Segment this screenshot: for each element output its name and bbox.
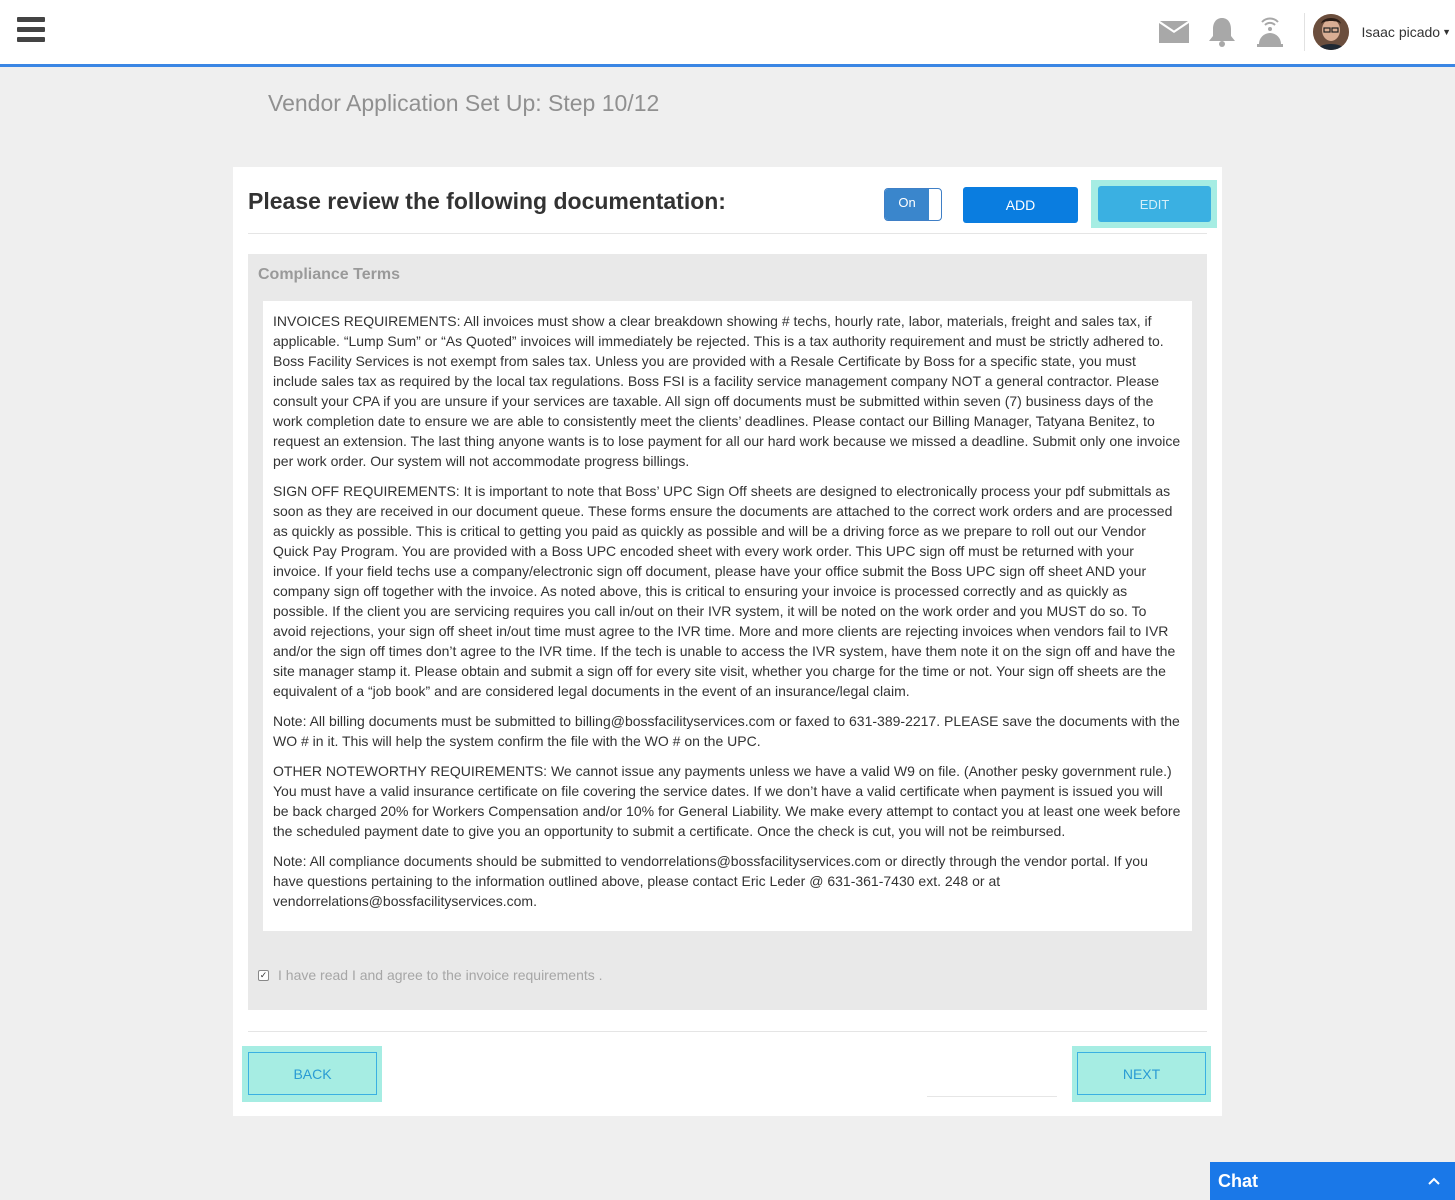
divider — [927, 1096, 1057, 1097]
terms-text-box[interactable]: INVOICES REQUIREMENTS: All invoices must… — [263, 301, 1192, 931]
card-header: Please review the following documentatio… — [248, 180, 1217, 234]
agree-row: ✓ I have read I and agree to the invoice… — [258, 967, 603, 983]
user-name[interactable]: Isaac picado — [1361, 24, 1440, 40]
back-button-highlight: BACK — [242, 1046, 382, 1102]
agree-checkbox[interactable]: ✓ — [258, 969, 269, 981]
compliance-terms-title: Compliance Terms — [258, 266, 400, 283]
compliance-terms-panel: Compliance Terms INVOICES REQUIREMENTS: … — [248, 254, 1207, 1010]
bell-icon[interactable] — [1204, 14, 1240, 50]
chat-label: Chat — [1218, 1171, 1258, 1191]
page-title: Vendor Application Set Up: Step 10/12 — [268, 90, 660, 116]
terms-paragraph-sign-off: SIGN OFF REQUIREMENTS: It is important t… — [273, 483, 1176, 699]
top-bar: Isaac picado ▼ — [0, 0, 1455, 67]
toggle-label: On — [885, 189, 929, 220]
divider — [1304, 13, 1306, 51]
terms-paragraph-billing-note: Note: All billing documents must be subm… — [273, 713, 1180, 749]
next-button[interactable]: NEXT — [1077, 1052, 1206, 1095]
divider — [248, 1031, 1207, 1032]
terms-paragraph-invoices: INVOICES REQUIREMENTS: All invoices must… — [273, 313, 1181, 469]
edit-button[interactable]: EDIT — [1098, 186, 1211, 222]
service-bell-icon[interactable] — [1252, 14, 1288, 50]
add-button[interactable]: ADD — [963, 187, 1078, 223]
agree-label[interactable]: I have read I and agree to the invoice r… — [278, 967, 603, 983]
top-bar-actions: Isaac picado ▼ — [1156, 12, 1455, 52]
documentation-card: Please review the following documentatio… — [233, 167, 1222, 1116]
on-toggle[interactable]: On — [884, 188, 942, 221]
terms-paragraph-compliance-note: Note: All compliance documents should be… — [273, 853, 1148, 909]
terms-paragraph-other: OTHER NOTEWORTHY REQUIREMENTS: We cannot… — [273, 763, 1181, 839]
edit-button-highlight: EDIT — [1091, 180, 1217, 228]
chevron-down-icon[interactable]: ▼ — [1442, 27, 1451, 37]
next-button-highlight: NEXT — [1072, 1046, 1211, 1102]
chevron-up-icon[interactable] — [1427, 1174, 1441, 1188]
menu-icon[interactable] — [17, 17, 45, 45]
chat-bar[interactable]: Chat — [1210, 1162, 1455, 1200]
avatar[interactable] — [1313, 14, 1350, 50]
review-heading: Please review the following documentatio… — [248, 188, 726, 214]
mail-icon[interactable] — [1156, 14, 1192, 50]
back-button[interactable]: BACK — [248, 1052, 377, 1095]
